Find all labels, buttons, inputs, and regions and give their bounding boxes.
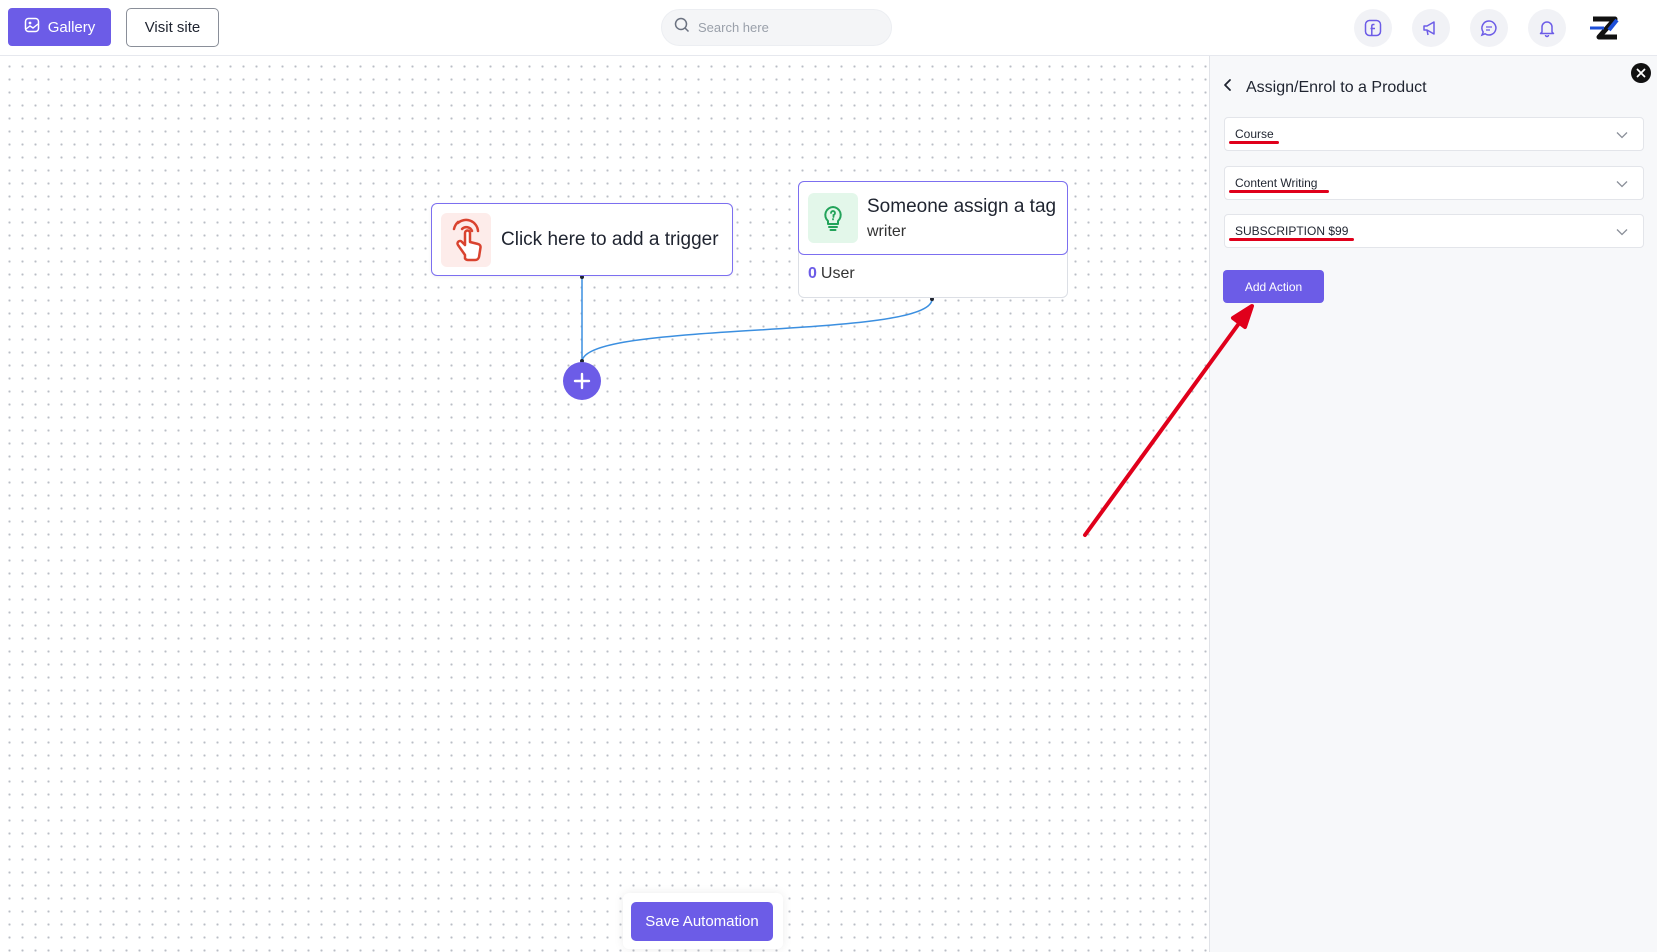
product-type-value: Course [1235,127,1274,141]
tag-node-title: Someone assign a tag [867,196,1057,217]
chat-icon[interactable] [1470,9,1508,47]
add-step-button[interactable] [563,362,601,400]
avatar[interactable] [1585,8,1625,48]
save-bar: Save Automation [623,893,783,949]
add-trigger-node[interactable]: Click here to add a trigger [431,203,733,276]
trigger-label: Click here to add a trigger [501,228,719,250]
plus-icon [573,372,591,390]
connector-lines [580,275,934,363]
product-select[interactable]: Content Writing [1224,166,1644,200]
add-action-button[interactable]: Add Action [1223,270,1324,303]
megaphone-icon[interactable] [1412,9,1450,47]
user-count-label: User [820,265,855,282]
panel-header: Assign/Enrol to a Product [1222,78,1427,97]
panel-title: Assign/Enrol to a Product [1246,78,1427,96]
bell-icon[interactable] [1528,9,1566,47]
annotation-underline [1229,141,1279,144]
annotation-underline [1229,238,1354,241]
facebook-icon[interactable] [1354,9,1392,47]
plan-select[interactable]: SUBSCRIPTION $99 [1224,214,1644,248]
back-chevron-icon[interactable] [1222,78,1234,97]
chevron-down-icon [1616,181,1628,188]
chevron-down-icon [1616,229,1628,236]
close-panel-button[interactable] [1631,63,1651,83]
tag-node-header[interactable]: Someone assign a tag writer [798,181,1068,255]
product-type-select[interactable]: Course [1224,117,1644,151]
user-count-number: 0 [808,265,817,282]
tag-node-user-count: 0 User [808,265,855,283]
plan-value: SUBSCRIPTION $99 [1235,224,1349,238]
save-automation-button[interactable]: Save Automation [631,902,773,941]
lightbulb-icon [808,193,858,243]
tag-trigger-node[interactable]: Someone assign a tag writer 0 User [798,181,1068,298]
touch-icon [441,212,491,267]
chevron-down-icon [1616,132,1628,139]
annotation-underline [1229,190,1329,193]
close-icon [1636,68,1646,78]
tag-node-subtitle: writer [867,223,907,240]
product-value: Content Writing [1235,176,1318,190]
